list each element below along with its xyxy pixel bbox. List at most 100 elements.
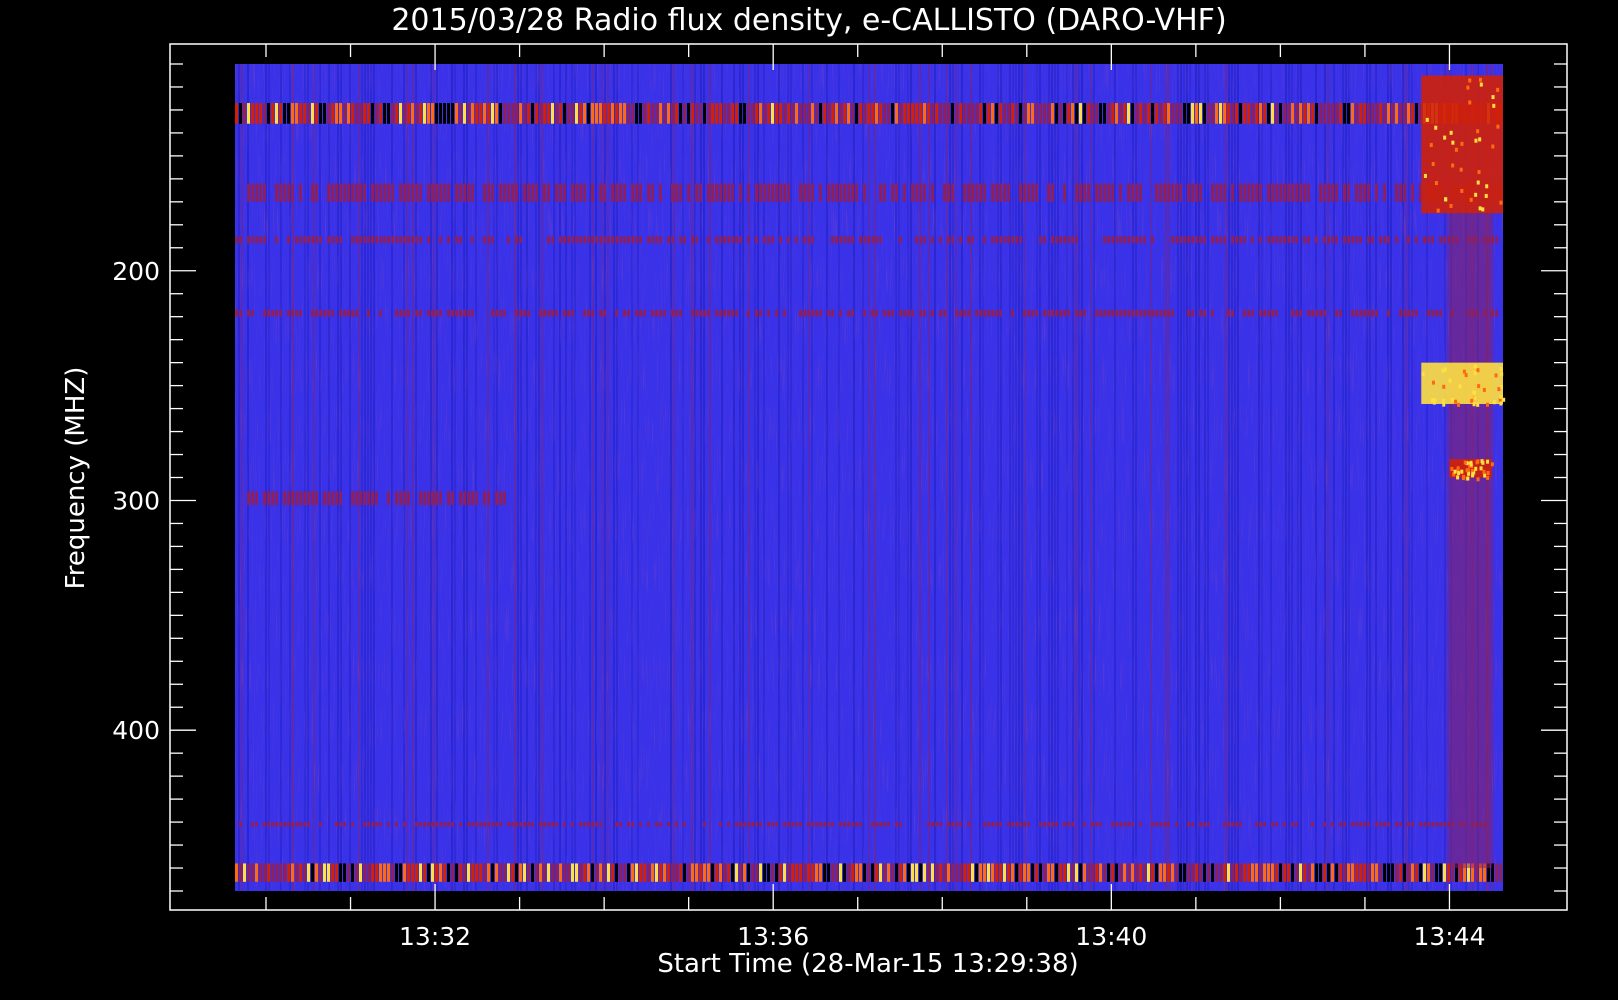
rfi-segment bbox=[1267, 183, 1270, 202]
rfi-segment bbox=[1027, 863, 1030, 882]
rfi-segment bbox=[331, 183, 334, 202]
rfi-segment bbox=[1051, 863, 1054, 882]
rfi-segment bbox=[363, 183, 366, 202]
rfi-segment bbox=[1323, 863, 1326, 882]
rfi-segment bbox=[455, 103, 458, 124]
rfi-segment bbox=[767, 183, 770, 202]
rfi-segment bbox=[363, 491, 366, 506]
rfi-segment bbox=[579, 183, 582, 202]
rfi-segment bbox=[547, 863, 550, 882]
rfi-segment bbox=[1055, 309, 1058, 317]
rfi-segment bbox=[371, 236, 374, 244]
rfi-segment bbox=[1299, 309, 1302, 317]
rfi-segment bbox=[479, 103, 482, 124]
rfi-segment bbox=[727, 863, 730, 882]
rfi-segment bbox=[1019, 103, 1022, 124]
rfi-segment bbox=[563, 183, 566, 202]
rfi-segment bbox=[315, 309, 318, 317]
rfi-segment bbox=[1047, 183, 1050, 202]
rfi-band bbox=[235, 863, 1502, 882]
rfi-segment bbox=[287, 822, 290, 827]
rfi-segment bbox=[1167, 309, 1170, 317]
rfi-segment bbox=[603, 103, 606, 124]
rfi-segment bbox=[419, 491, 422, 506]
rfi-segment bbox=[519, 236, 522, 244]
rfi-segment bbox=[263, 309, 266, 317]
rfi-segment bbox=[403, 822, 406, 827]
rfi-segment bbox=[647, 863, 650, 882]
rfi-segment bbox=[295, 236, 298, 244]
rfi-segment bbox=[267, 103, 270, 124]
rfi-segment bbox=[543, 183, 546, 202]
rfi-segment bbox=[1175, 183, 1178, 202]
rfi-segment bbox=[939, 236, 942, 244]
rfi-segment bbox=[863, 863, 866, 882]
rfi-segment bbox=[563, 309, 566, 317]
rfi-segment bbox=[1379, 863, 1382, 882]
rfi-segment bbox=[691, 236, 694, 244]
rfi-segment bbox=[939, 103, 942, 124]
rfi-segment bbox=[1107, 309, 1110, 317]
burst-speck bbox=[1485, 402, 1489, 407]
rfi-segment bbox=[1247, 103, 1250, 124]
rfi-segment bbox=[967, 183, 970, 202]
rfi-segment bbox=[287, 236, 290, 244]
rfi-segment bbox=[711, 183, 714, 202]
rfi-segment bbox=[383, 236, 386, 244]
rfi-segment bbox=[1091, 863, 1094, 882]
rfi-segment bbox=[911, 863, 914, 882]
burst-speck bbox=[1449, 203, 1453, 208]
rfi-segment bbox=[695, 103, 698, 124]
rfi-segment bbox=[979, 309, 982, 317]
rfi-segment bbox=[959, 822, 962, 827]
rfi-segment bbox=[527, 183, 530, 202]
rfi-segment bbox=[435, 183, 438, 202]
rfi-segment bbox=[1347, 863, 1350, 882]
rfi-segment bbox=[807, 236, 810, 244]
rfi-segment bbox=[343, 822, 346, 827]
rfi-segment bbox=[675, 183, 678, 202]
rfi-segment bbox=[595, 103, 598, 124]
rfi-segment bbox=[395, 103, 398, 124]
rfi-segment bbox=[919, 103, 922, 124]
rfi-segment bbox=[263, 863, 266, 882]
rfi-segment bbox=[1263, 309, 1266, 317]
rfi-segment bbox=[1075, 309, 1078, 317]
rfi-segment bbox=[383, 863, 386, 882]
rfi-segment bbox=[1051, 236, 1054, 244]
rfi-segment bbox=[671, 309, 674, 317]
rfi-segment bbox=[259, 236, 262, 244]
rfi-segment bbox=[243, 863, 246, 882]
burst-speck bbox=[1483, 473, 1487, 478]
burst-speck bbox=[1499, 367, 1503, 372]
rfi-segment bbox=[1027, 183, 1030, 202]
rfi-segment bbox=[967, 863, 970, 882]
rfi-segment bbox=[435, 863, 438, 882]
rfi-segment bbox=[643, 309, 646, 317]
rfi-segment bbox=[1235, 863, 1238, 882]
rfi-segment bbox=[839, 309, 842, 317]
rfi-segment bbox=[399, 103, 402, 124]
rfi-segment bbox=[395, 491, 398, 506]
rfi-segment bbox=[799, 822, 802, 827]
rfi-segment bbox=[1411, 309, 1414, 317]
rfi-segment bbox=[503, 863, 506, 882]
rfi-segment bbox=[1391, 863, 1394, 882]
rfi-segment bbox=[1071, 103, 1074, 124]
heatmap-noise bbox=[235, 64, 1503, 891]
burst-speck bbox=[1450, 398, 1454, 403]
rfi-segment bbox=[343, 863, 346, 882]
rfi-segment bbox=[867, 863, 870, 882]
rfi-segment bbox=[1243, 236, 1246, 244]
rfi-segment bbox=[971, 183, 974, 202]
rfi-segment bbox=[691, 309, 694, 317]
rfi-segment bbox=[739, 103, 742, 124]
rfi-segment bbox=[355, 309, 358, 317]
rfi-segment bbox=[623, 183, 626, 202]
rfi-segment bbox=[851, 103, 854, 124]
rfi-segment bbox=[1419, 822, 1422, 827]
rfi-segment bbox=[1223, 236, 1226, 244]
rfi-segment bbox=[415, 103, 418, 124]
rfi-segment bbox=[1211, 103, 1214, 124]
rfi-segment bbox=[1163, 103, 1166, 124]
